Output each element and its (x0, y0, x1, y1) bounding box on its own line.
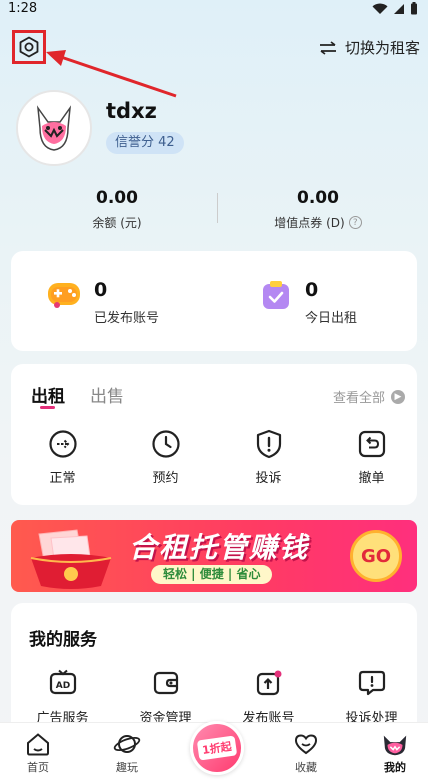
stats-card: 0 已发布账号 0 今日出租 (11, 251, 417, 351)
banner-title: 合租托管赚钱 (129, 531, 310, 564)
order-normal-label: 正常 (49, 471, 76, 486)
service-complaints[interactable]: 投诉处理 (320, 668, 423, 726)
banner-subtitle: 轻松 | 便捷 | 省心 (151, 565, 273, 584)
banner-go-button[interactable]: GO (350, 530, 402, 582)
today-rentals-label: 今日出租 (305, 311, 358, 326)
red-envelope-gift-icon (30, 529, 112, 589)
avatar[interactable] (16, 90, 92, 166)
service-ads[interactable]: AD 广告服务 (11, 668, 114, 726)
today-rentals-value: 0 (305, 279, 319, 301)
wifi-icon (372, 3, 388, 14)
nav-home-label: 首页 (27, 761, 49, 774)
nav-fun-label: 趣玩 (116, 761, 138, 774)
service-publish[interactable]: 发布账号 (217, 668, 320, 726)
orders-card: 出租 出售 查看全部 ▶ 正常 预约 投诉 撤单 (11, 364, 417, 505)
heart-icon (294, 734, 318, 755)
coupon-block[interactable]: 0.00 增值点券 (D) ? (218, 188, 418, 231)
nav-favorites[interactable]: 收藏 (276, 731, 336, 775)
clipboard-check-icon (263, 281, 289, 309)
switch-role-label: 切换为租客 (344, 39, 420, 57)
status-bar: 1:28 (0, 0, 428, 18)
username: tdxz (106, 99, 157, 123)
nav-center-label: 1折起 (196, 735, 238, 761)
nav-mine[interactable]: 我的 (365, 731, 425, 775)
order-status-complaint[interactable]: 投诉 (217, 428, 320, 486)
tab-active-underline (40, 406, 55, 409)
order-status-normal[interactable]: 正常 (11, 428, 114, 486)
help-icon[interactable]: ? (348, 216, 362, 229)
view-all-label: 查看全部 (332, 391, 385, 406)
svg-text:AD: AD (55, 681, 69, 691)
balance-value: 0.00 (96, 188, 138, 208)
order-reserved-label: 预约 (152, 471, 179, 486)
ad-icon: AD (49, 669, 76, 695)
status-time: 1:28 (8, 1, 38, 16)
arrow-circle-icon (48, 430, 77, 458)
profile-mascot-icon (383, 735, 407, 756)
undo-icon (358, 430, 385, 458)
signal-icon (394, 3, 404, 14)
nav-mine-label: 我的 (384, 761, 406, 774)
balance-block[interactable]: 0.00 余额 (元) (17, 188, 217, 231)
gamepad-icon (48, 283, 80, 308)
order-status-reserved[interactable]: 预约 (114, 428, 217, 486)
tab-sell[interactable]: 出售 (90, 382, 124, 407)
complaint-icon (358, 670, 385, 696)
service-funds[interactable]: 资金管理 (114, 668, 217, 726)
published-accounts-label: 已发布账号 (94, 311, 160, 326)
home-icon (27, 733, 49, 756)
today-rentals-stat[interactable]: 0 今日出租 (260, 279, 357, 326)
settings-button[interactable] (12, 30, 46, 64)
switch-role-button[interactable]: 切换为租客 (319, 37, 420, 58)
status-icons (372, 2, 418, 15)
nav-center-promo-button[interactable]: 1折起 (190, 721, 244, 775)
mascot-avatar-icon (36, 105, 72, 151)
order-status-cancel[interactable]: 撤单 (320, 428, 423, 486)
battery-icon (411, 2, 417, 15)
coupon-label: 增值点券 (D) (274, 216, 345, 230)
bottom-nav: 首页 趣玩 1折起 收藏 我的 (0, 721, 428, 782)
services-title: 我的服务 (29, 630, 97, 650)
coupon-value: 0.00 (297, 188, 339, 208)
published-accounts-stat[interactable]: 0 已发布账号 (47, 279, 159, 326)
upload-icon (256, 670, 281, 696)
published-accounts-value: 0 (94, 279, 108, 301)
view-all-link[interactable]: 查看全部 ▶ (333, 387, 405, 406)
swap-arrows-icon (319, 40, 336, 55)
nav-fun[interactable]: 趣玩 (97, 731, 157, 775)
chevron-right-icon: ▶ (391, 389, 405, 404)
services-card: 我的服务 AD 广告服务 资金管理 发布账号 投诉处理 (11, 603, 417, 733)
nav-favorites-label: 收藏 (295, 761, 317, 774)
nav-home[interactable]: 首页 (8, 731, 68, 775)
settings-hexagon-icon (19, 36, 39, 58)
credit-score-badge[interactable]: 信誉分 42 (106, 132, 184, 154)
order-cancel-label: 撤单 (358, 471, 385, 486)
planet-icon (113, 735, 141, 753)
shield-alert-icon (256, 429, 281, 459)
order-complaint-label: 投诉 (255, 471, 282, 486)
balance-label: 余额 (元) (92, 216, 142, 230)
wallet-icon (153, 671, 178, 695)
promo-banner[interactable]: 合租托管赚钱 轻松 | 便捷 | 省心 GO (11, 520, 417, 592)
tab-rent[interactable]: 出租 (31, 382, 65, 407)
clock-icon (151, 430, 180, 458)
